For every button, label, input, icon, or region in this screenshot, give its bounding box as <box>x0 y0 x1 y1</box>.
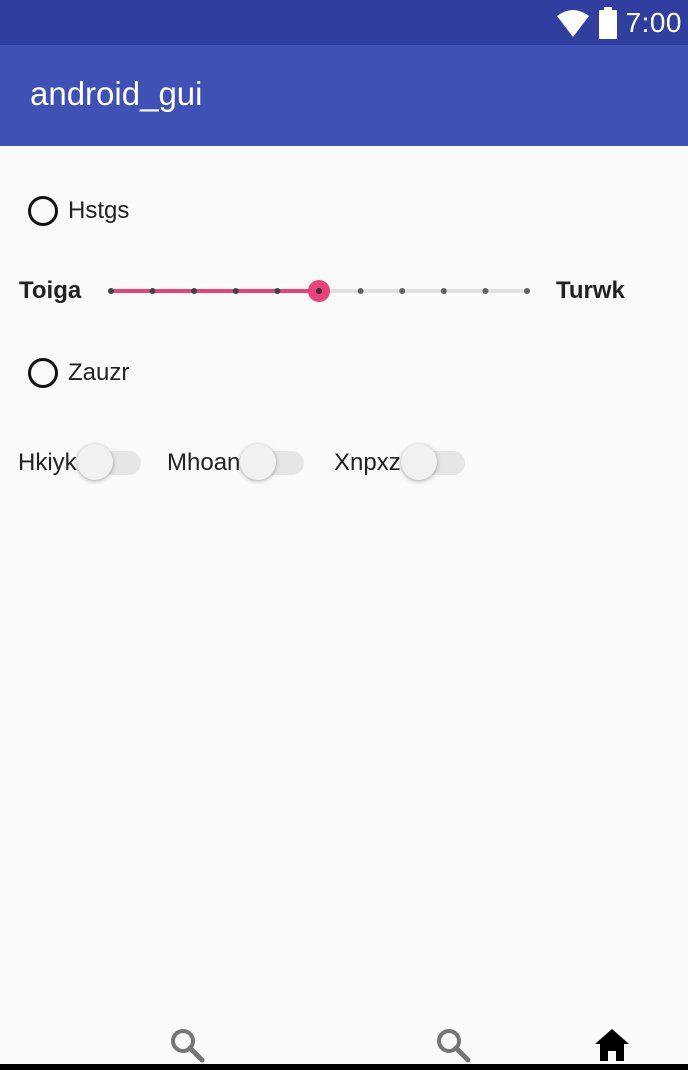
search-icon[interactable] <box>433 1025 473 1065</box>
app-title: android_gui <box>30 75 203 112</box>
slider-tick <box>399 288 406 294</box>
bottom-navigation <box>0 1015 688 1070</box>
status-time: 7:00 <box>625 7 682 38</box>
switch-toggle[interactable] <box>76 443 143 483</box>
switch-toggle[interactable] <box>400 443 467 483</box>
slider-tick <box>149 288 156 294</box>
slider-label-left: Toiga <box>19 277 82 304</box>
search-icon[interactable] <box>167 1025 207 1065</box>
switch-label: Hkiyk <box>18 449 77 476</box>
screen: 7:00 android_gui Hstgs Toiga Turwk Zauzr… <box>0 0 688 1070</box>
radio-label: Zauzr <box>68 359 130 386</box>
slider-tick <box>108 288 114 294</box>
switch-toggle[interactable] <box>240 443 306 483</box>
slider-tick <box>482 288 489 294</box>
switch-label: Xnpxz <box>334 449 401 476</box>
slider-tick <box>357 288 364 294</box>
switch-hkiyk[interactable]: Hkiyk <box>18 443 143 483</box>
app-bar: android_gui <box>0 45 688 146</box>
slider-tick <box>440 288 447 294</box>
radio-button-circle[interactable] <box>28 196 58 226</box>
switch-label: Mhoan <box>167 449 241 476</box>
radio-button-circle[interactable] <box>28 358 58 388</box>
switch-thumb[interactable] <box>400 444 437 480</box>
switch-mhoan[interactable]: Mhoan <box>167 443 306 483</box>
slider-row: Toiga Turwk <box>0 270 688 312</box>
slider-tick <box>274 288 281 294</box>
slider-label-right: Turwk <box>556 277 625 304</box>
status-bar: 7:00 <box>0 0 688 45</box>
switch-thumb[interactable] <box>76 444 113 480</box>
radio-hstgs[interactable]: Hstgs <box>28 191 129 231</box>
slider-tick <box>191 288 198 294</box>
wifi-icon <box>556 10 589 37</box>
status-icons: 7:00 <box>556 4 683 42</box>
slider-tick <box>232 288 239 294</box>
home-icon[interactable] <box>592 1025 632 1065</box>
discrete-slider[interactable] <box>100 270 540 312</box>
bottom-edge <box>0 1064 688 1070</box>
switch-row: Hkiyk Mhoan Xnpxz <box>0 443 688 483</box>
radio-zauzr[interactable]: Zauzr <box>28 353 129 393</box>
switch-xnpxz[interactable]: Xnpxz <box>334 443 467 483</box>
battery-icon <box>598 7 617 39</box>
slider-tick <box>524 288 530 294</box>
slider-thumb-dot <box>316 288 322 294</box>
radio-label: Hstgs <box>68 197 130 224</box>
